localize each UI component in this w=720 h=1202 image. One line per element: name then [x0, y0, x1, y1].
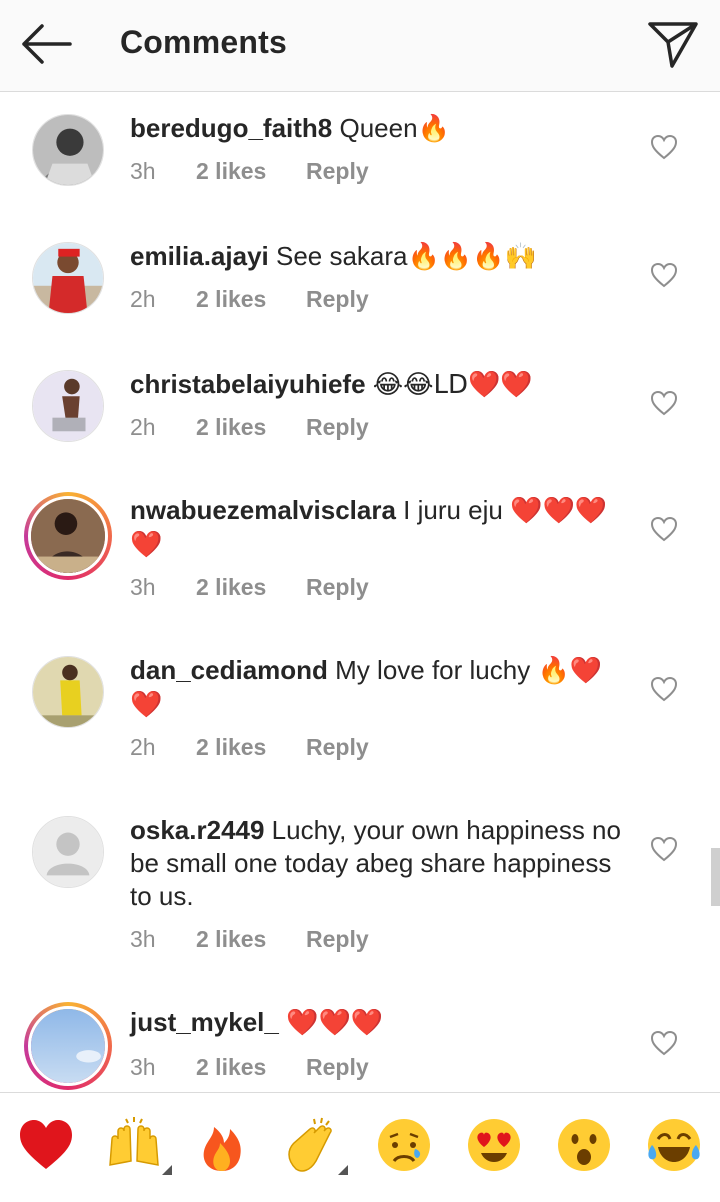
comment-text: beredugo_faith8 Queen🔥 [130, 112, 626, 146]
raising-hands-icon [109, 1117, 159, 1166]
comment-text: nwabuezemalvisclara I juru eju ❤️❤️❤️❤️ [130, 494, 626, 562]
emoji-fire-button[interactable] [192, 1115, 252, 1175]
comment-time: 2h [130, 286, 156, 312]
comment-body: Queen [332, 113, 418, 143]
comment-body [366, 369, 373, 399]
variant-indicator [162, 1165, 172, 1175]
comment-text: just_mykel_ ❤️❤️❤️ [130, 1006, 626, 1040]
tears-of-joy-icon [648, 1119, 700, 1171]
scrollbar[interactable] [711, 848, 720, 906]
like-button[interactable] [650, 676, 678, 702]
reply-button[interactable]: Reply [306, 734, 369, 761]
comment-likes[interactable]: 2 likes [196, 926, 266, 953]
comment-text: oska.r2449 Luchy, your own happiness no … [130, 814, 626, 914]
heart-eyes-icon [468, 1119, 520, 1171]
emoji-heart-eyes-button[interactable] [464, 1115, 524, 1175]
comment-emoji: 🔥🔥🔥🙌 [407, 242, 538, 272]
comment-body: See sakara [268, 241, 408, 271]
comment-likes[interactable]: 2 likes [196, 414, 266, 441]
emoji-surprised-face-button[interactable] [554, 1115, 614, 1175]
reply-button[interactable]: Reply [306, 1054, 369, 1081]
share-button[interactable] [642, 16, 702, 72]
like-button[interactable] [650, 1030, 678, 1056]
surprised-face-icon [558, 1119, 610, 1171]
emoji-raising-hands-button[interactable] [104, 1115, 172, 1175]
like-button[interactable] [650, 390, 678, 416]
heart-outline-icon [650, 836, 678, 862]
crying-face-icon [378, 1119, 430, 1171]
comment-emoji: 😂😂LD❤️❤️ [372, 370, 533, 400]
comment-body: I juru eju [395, 495, 511, 525]
comment-likes[interactable]: 2 likes [196, 574, 266, 601]
comment-time: 2h [130, 734, 156, 760]
heart-outline-icon [650, 676, 678, 702]
back-button[interactable] [18, 20, 74, 68]
avatar[interactable] [32, 816, 104, 888]
comment-username[interactable]: nwabuezemalvisclara [130, 495, 396, 525]
page-title: Comments [120, 24, 287, 60]
avatar[interactable] [32, 114, 104, 186]
red-heart-icon [20, 1120, 72, 1169]
emoji-red-heart-button[interactable] [16, 1115, 76, 1175]
comment-likes[interactable]: 2 likes [196, 286, 266, 313]
comment-time: 3h [130, 574, 156, 600]
comment-username[interactable]: dan_cediamond [130, 655, 328, 685]
emoji-crying-face-button[interactable] [374, 1115, 434, 1175]
comment-username[interactable]: christabelaiyuhiefe [130, 369, 366, 399]
like-button[interactable] [650, 134, 678, 160]
avatar-with-story-ring[interactable] [24, 492, 112, 580]
like-button[interactable] [650, 262, 678, 288]
like-button[interactable] [650, 836, 678, 862]
comment-emoji: 🔥 [417, 114, 450, 144]
comment-text: dan_cediamond My love for luchy 🔥❤️❤️ [130, 654, 626, 722]
comment-username[interactable]: beredugo_faith8 [130, 113, 332, 143]
avatar[interactable] [32, 370, 104, 442]
comment-emoji: ❤️❤️❤️ [286, 1008, 384, 1038]
reply-button[interactable]: Reply [306, 158, 369, 185]
paper-plane-icon [648, 22, 698, 68]
comment-likes[interactable]: 2 likes [196, 734, 266, 761]
heart-outline-icon [650, 262, 678, 288]
comment-time: 3h [130, 158, 156, 184]
comment-time: 3h [130, 926, 156, 952]
comment-body: My love for luchy [327, 655, 538, 685]
top-bar: Comments [0, 0, 720, 92]
comment-username[interactable]: just_mykel_ [130, 1007, 279, 1037]
comment-username[interactable]: emilia.ajayi [130, 241, 269, 271]
like-button[interactable] [650, 516, 678, 542]
emoji-tears-of-joy-button[interactable] [644, 1115, 704, 1175]
avatar[interactable] [32, 242, 104, 314]
comment-text: christabelaiyuhiefe 😂😂LD❤️❤️ [130, 368, 626, 402]
heart-outline-icon [650, 390, 678, 416]
comment-text: emilia.ajayi See sakara🔥🔥🔥🙌 [130, 240, 626, 274]
reply-button[interactable]: Reply [306, 926, 369, 953]
heart-outline-icon [650, 1030, 678, 1056]
reply-button[interactable]: Reply [306, 286, 369, 313]
avatar[interactable] [32, 656, 104, 728]
reply-button[interactable]: Reply [306, 574, 369, 601]
emoji-quick-bar [0, 1092, 720, 1202]
emoji-clapping-hands-button[interactable] [280, 1115, 348, 1175]
avatar-with-story-ring[interactable] [24, 1002, 112, 1090]
comment-time: 2h [130, 414, 156, 440]
variant-indicator [338, 1165, 348, 1175]
comment-likes[interactable]: 2 likes [196, 1054, 266, 1081]
comment-likes[interactable]: 2 likes [196, 158, 266, 185]
comment-time: 3h [130, 1054, 156, 1080]
fire-icon [203, 1127, 241, 1171]
reply-button[interactable]: Reply [306, 414, 369, 441]
comment-username[interactable]: oska.r2449 [130, 815, 264, 845]
arrow-left-icon [22, 24, 72, 64]
heart-outline-icon [650, 516, 678, 542]
heart-outline-icon [650, 134, 678, 160]
clapping-hands-icon [288, 1117, 332, 1172]
